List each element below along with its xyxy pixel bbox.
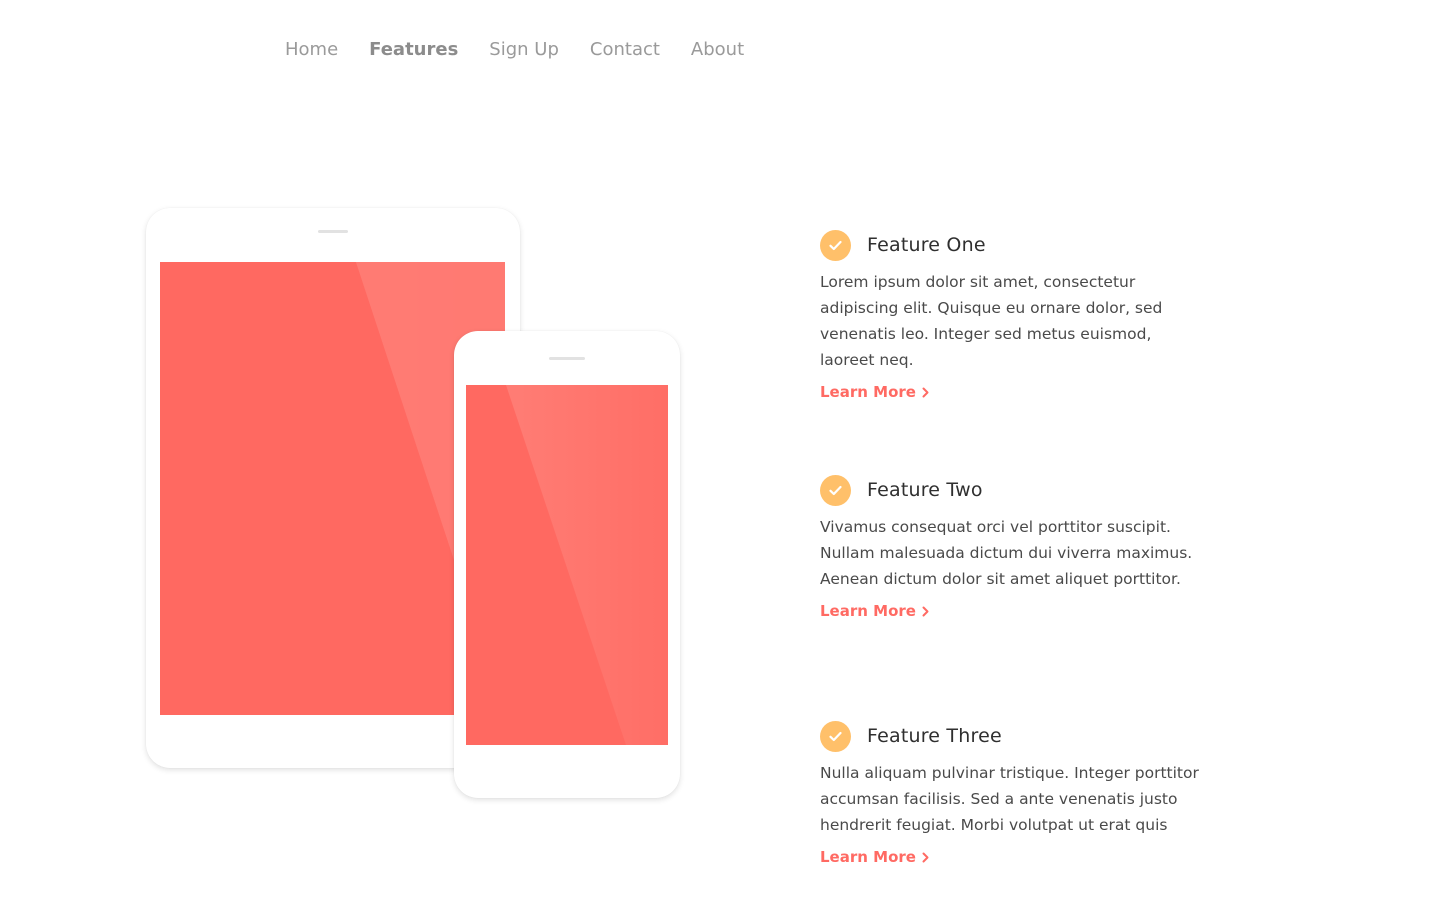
learn-more-label: Learn More [820, 602, 916, 620]
chevron-right-icon [922, 852, 929, 863]
phone-screen-image [466, 385, 668, 745]
feature-description: Vivamus consequat orci vel porttitor sus… [820, 518, 1193, 588]
phone-mockup [454, 331, 680, 798]
main-nav: Home Features Sign Up Contact About [285, 38, 775, 62]
feature-item-three: Feature Three Nulla aliquam pulvinar tri… [820, 720, 1220, 866]
chevron-right-icon [922, 387, 929, 398]
learn-more-link[interactable]: Learn More [820, 383, 929, 401]
feature-title: Feature Two [867, 479, 983, 501]
phone-speaker [549, 357, 585, 360]
check-circle-icon [820, 474, 851, 506]
chevron-right-icon [922, 606, 929, 617]
feature-item-one: Feature One Lorem ipsum dolor sit amet, … [820, 229, 1220, 401]
nav-contact[interactable]: Contact [590, 38, 660, 62]
check-circle-icon [820, 229, 851, 261]
feature-header: Feature Three [820, 720, 1220, 752]
nav-about[interactable]: About [691, 38, 744, 62]
nav-features[interactable]: Features [369, 38, 458, 62]
feature-description: Lorem ipsum dolor sit amet, consectetur … [820, 273, 1163, 369]
check-circle-icon [820, 720, 851, 752]
feature-description: Nulla aliquam pulvinar tristique. Intege… [820, 764, 1199, 834]
nav-sign-up[interactable]: Sign Up [489, 38, 559, 62]
feature-item-two: Feature Two Vivamus consequat orci vel p… [820, 474, 1220, 620]
feature-title: Feature One [867, 234, 986, 256]
learn-more-link[interactable]: Learn More [820, 848, 929, 866]
tablet-speaker [318, 230, 348, 233]
nav-home[interactable]: Home [285, 38, 338, 62]
phone-screen [466, 385, 668, 745]
feature-header: Feature Two [820, 474, 1220, 506]
learn-more-link[interactable]: Learn More [820, 602, 929, 620]
learn-more-label: Learn More [820, 848, 916, 866]
feature-header: Feature One [820, 229, 1220, 261]
feature-title: Feature Three [867, 725, 1002, 747]
learn-more-label: Learn More [820, 383, 916, 401]
